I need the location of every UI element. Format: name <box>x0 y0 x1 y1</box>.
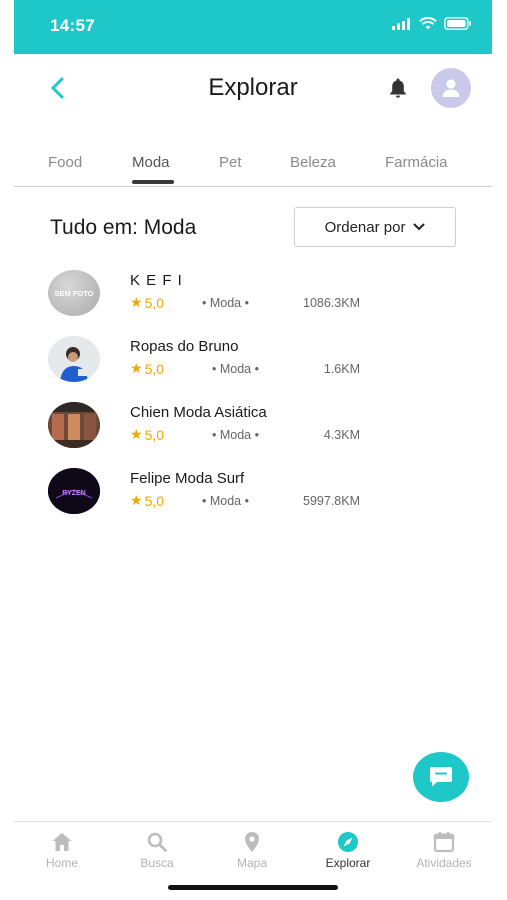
profile-avatar[interactable] <box>431 68 471 108</box>
nav-mapa[interactable]: Mapa <box>212 830 292 870</box>
active-tab-indicator <box>132 180 174 184</box>
logo-text: RYZEN <box>62 490 85 497</box>
storefront-photo <box>48 402 100 448</box>
nav-label: Mapa <box>236 856 268 870</box>
sort-label: Ordenar por <box>324 218 406 236</box>
store-logo: RYZEN <box>48 468 100 514</box>
bell-icon <box>390 78 406 98</box>
chevron-down-icon <box>413 223 425 231</box>
section-title: Tudo em: Moda <box>50 216 197 239</box>
nav-busca[interactable]: Busca <box>117 830 197 870</box>
search-icon <box>147 832 167 852</box>
store-name: K E F I <box>130 272 183 289</box>
store-category: • Moda • <box>212 362 259 376</box>
rating-value: 5,0 <box>144 294 165 311</box>
phone-screen: 14:57 Explorar Food Moda Pet Beleza Farm… <box>14 0 492 900</box>
tab-food[interactable]: Food <box>48 154 82 171</box>
store-distance: 5997.8KM <box>303 494 360 508</box>
star-icon: ★ <box>130 492 143 508</box>
bottom-navigation: Home Busca Mapa Explorar Atividades <box>14 821 492 878</box>
store-category: • Moda • <box>202 494 249 508</box>
store-logo <box>48 336 100 382</box>
store-list-item[interactable]: Ropas do Bruno ★ 5,0 • Moda • 1.6KM <box>14 332 492 392</box>
store-list-item[interactable]: Chien Moda Asiática ★ 5,0 • Moda • 4.3KM <box>14 398 492 458</box>
nav-label: Explorar <box>325 856 371 870</box>
rating-value: 5,0 <box>144 360 165 377</box>
rating-value: 5,0 <box>144 426 165 443</box>
no-photo-placeholder: SEM FOTO <box>54 289 93 298</box>
nav-atividades[interactable]: Atividades <box>404 830 484 870</box>
logo-text: SEM FOTO <box>54 289 93 298</box>
store-rating: ★ 5,0 <box>130 492 164 509</box>
home-indicator <box>168 885 338 890</box>
store-logo: SEM FOTO <box>48 270 100 316</box>
store-distance: 1.6KM <box>323 362 360 376</box>
person-photo <box>48 336 100 382</box>
battery-icon <box>444 17 471 30</box>
store-name: Chien Moda Asiática <box>130 404 267 421</box>
store-rating: ★ 5,0 <box>130 294 164 311</box>
nav-label: Home <box>45 856 78 870</box>
store-category: • Moda • <box>212 428 259 442</box>
chat-button[interactable] <box>413 752 469 802</box>
map-pin-icon <box>245 832 259 852</box>
status-time: 14:57 <box>50 16 95 35</box>
star-icon: ★ <box>130 426 143 442</box>
user-icon <box>442 79 460 97</box>
rating-value: 5,0 <box>144 492 165 509</box>
tab-farmacia[interactable]: Farmácia <box>385 154 448 171</box>
status-icons <box>392 17 472 30</box>
store-list-item[interactable]: RYZEN Felipe Moda Surf ★ 5,0 • Moda • 599… <box>14 464 492 524</box>
tab-pet[interactable]: Pet <box>219 154 242 171</box>
store-category: • Moda • <box>202 296 249 310</box>
tab-beleza[interactable]: Beleza <box>290 154 336 171</box>
app-header: Explorar <box>14 54 492 126</box>
store-rating: ★ 5,0 <box>130 426 164 443</box>
nav-explorar[interactable]: Explorar <box>308 830 388 870</box>
star-icon: ★ <box>130 360 143 376</box>
store-rating: ★ 5,0 <box>130 360 164 377</box>
store-name: Ropas do Bruno <box>130 338 239 355</box>
compass-icon <box>338 832 358 852</box>
store-name: Felipe Moda Surf <box>130 470 245 487</box>
store-distance: 4.3KM <box>323 428 360 442</box>
category-tabs: Food Moda Pet Beleza Farmácia <box>14 140 492 187</box>
nav-home[interactable]: Home <box>22 830 102 870</box>
store-distance: 1086.3KM <box>303 296 360 310</box>
notifications-button[interactable] <box>386 76 410 100</box>
store-list-item[interactable]: SEM FOTO K E F I ★ 5,0 • Moda • 1086.3KM <box>14 266 492 326</box>
home-icon <box>52 833 72 851</box>
nav-label: Busca <box>140 856 174 870</box>
tab-moda[interactable]: Moda <box>132 154 170 171</box>
signal-icon <box>392 17 410 30</box>
chat-icon <box>430 767 452 787</box>
brand-logo-image: RYZEN <box>48 468 100 514</box>
sort-dropdown[interactable]: Ordenar por <box>294 207 456 247</box>
star-icon: ★ <box>130 294 143 310</box>
calendar-icon <box>433 832 455 853</box>
store-logo <box>48 402 100 448</box>
wifi-icon <box>419 17 437 30</box>
status-bar: 14:57 <box>14 0 492 54</box>
nav-label: Atividades <box>416 856 472 870</box>
page-title: Explorar <box>208 74 298 101</box>
